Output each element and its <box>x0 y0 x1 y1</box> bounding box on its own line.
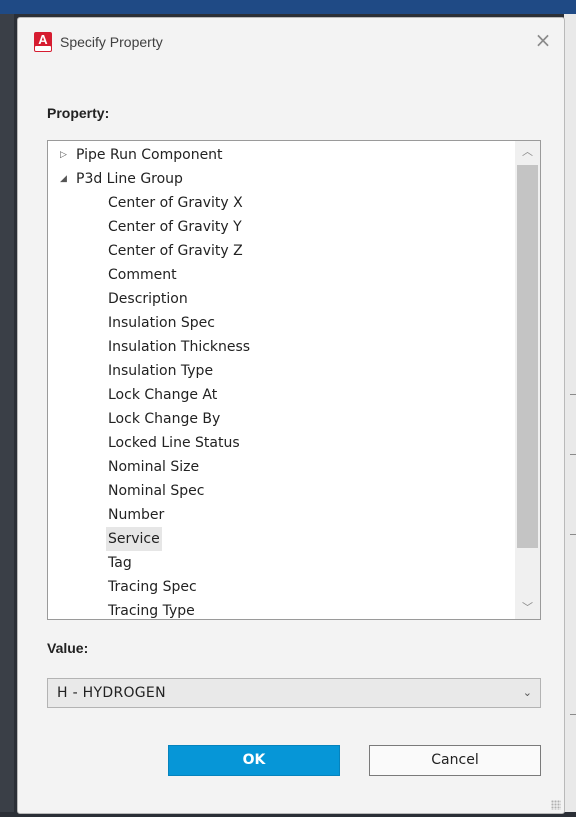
background-mark <box>570 534 576 535</box>
scrollbar-thumb[interactable] <box>517 165 538 548</box>
tree-item-label: Number <box>108 507 165 523</box>
tree-item-label: Center of Gravity X <box>108 195 243 211</box>
tree-item[interactable]: Service <box>48 527 513 551</box>
background-mark <box>570 714 576 715</box>
collapsed-triangle-icon[interactable]: ▷ <box>60 143 74 167</box>
tree-item-label: Service <box>106 527 162 551</box>
scroll-down-icon[interactable]: ﹀ <box>515 597 540 619</box>
tree-item-label: Nominal Size <box>108 459 200 475</box>
tree-item-label: Lock Change By <box>108 411 221 427</box>
property-tree[interactable]: ▷ Pipe Run Component ◢ P3d Line Group Center… <box>47 140 541 620</box>
tree-item[interactable]: Insulation Type <box>48 359 513 383</box>
tree-item-label: Description <box>108 291 188 307</box>
tree-item[interactable]: Tracing Type <box>48 599 513 619</box>
resize-grip-icon[interactable] <box>551 800 561 810</box>
background-titlebar <box>0 0 576 14</box>
value-dropdown[interactable]: H - HYDROGEN ⌄ <box>47 678 541 708</box>
dialog-titlebar: A Specify Property × <box>18 18 564 66</box>
tree-item-label: Nominal Spec <box>108 483 205 499</box>
tree-item[interactable]: Lock Change By <box>48 407 513 431</box>
tree-item-label: Center of Gravity Y <box>108 219 242 235</box>
property-label: Property: <box>47 105 110 121</box>
tree-item[interactable]: Nominal Size <box>48 455 513 479</box>
tree-item-label: Insulation Type <box>108 363 214 379</box>
tree-item[interactable]: Description <box>48 287 513 311</box>
property-tree-list: ▷ Pipe Run Component ◢ P3d Line Group Center… <box>48 143 513 619</box>
app-icon-letter: A <box>38 32 48 47</box>
tree-item[interactable]: Tag <box>48 551 513 575</box>
tree-item[interactable]: Nominal Spec <box>48 479 513 503</box>
tree-item[interactable]: Lock Change At <box>48 383 513 407</box>
value-selected-text: H - HYDROGEN <box>57 685 166 701</box>
tree-item-label: Tracing Type <box>108 603 195 619</box>
tree-item-label: Tracing Spec <box>108 579 197 595</box>
tree-group[interactable]: ◢ P3d Line Group <box>48 167 513 191</box>
tree-group[interactable]: ▷ Pipe Run Component <box>48 143 513 167</box>
tree-group-label: Pipe Run Component <box>76 147 223 163</box>
scroll-up-icon[interactable]: ︿ <box>515 141 540 163</box>
tree-item[interactable]: Center of Gravity X <box>48 191 513 215</box>
tree-item-label: Tag <box>108 555 132 571</box>
tree-item-label: Locked Line Status <box>108 435 240 451</box>
chevron-down-icon: ⌄ <box>522 686 532 699</box>
autocad-plant3d-app-icon: A <box>34 32 52 52</box>
tree-item[interactable]: Center of Gravity Y <box>48 215 513 239</box>
tree-item-label: Lock Change At <box>108 387 218 403</box>
close-icon[interactable]: × <box>532 30 554 52</box>
ok-button[interactable]: OK <box>168 745 340 776</box>
background-left-pane <box>0 14 14 817</box>
tree-item[interactable]: Number <box>48 503 513 527</box>
value-label: Value: <box>47 640 89 656</box>
tree-item-label: Center of Gravity Z <box>108 243 243 259</box>
background-mark <box>570 454 576 455</box>
tree-group-label: P3d Line Group <box>76 171 183 187</box>
tree-item[interactable]: Center of Gravity Z <box>48 239 513 263</box>
expanded-triangle-icon[interactable]: ◢ <box>60 167 74 191</box>
background-mark <box>570 394 576 395</box>
tree-item[interactable]: Comment <box>48 263 513 287</box>
app-icon-badge <box>35 46 51 51</box>
tree-item[interactable]: Insulation Thickness <box>48 335 513 359</box>
background-right-pane <box>564 14 576 817</box>
specify-property-dialog: A Specify Property × Property: ▷ Pipe Run… <box>17 17 565 814</box>
dialog-title: Specify Property <box>60 34 163 50</box>
tree-item-label: Insulation Spec <box>108 315 215 331</box>
tree-item[interactable]: Tracing Spec <box>48 575 513 599</box>
tree-item-label: Insulation Thickness <box>108 339 251 355</box>
cancel-button[interactable]: Cancel <box>369 745 541 776</box>
tree-item[interactable]: Locked Line Status <box>48 431 513 455</box>
tree-scrollbar[interactable]: ︿ ﹀ <box>515 141 540 619</box>
tree-item-label: Comment <box>108 267 177 283</box>
tree-item[interactable]: Insulation Spec <box>48 311 513 335</box>
